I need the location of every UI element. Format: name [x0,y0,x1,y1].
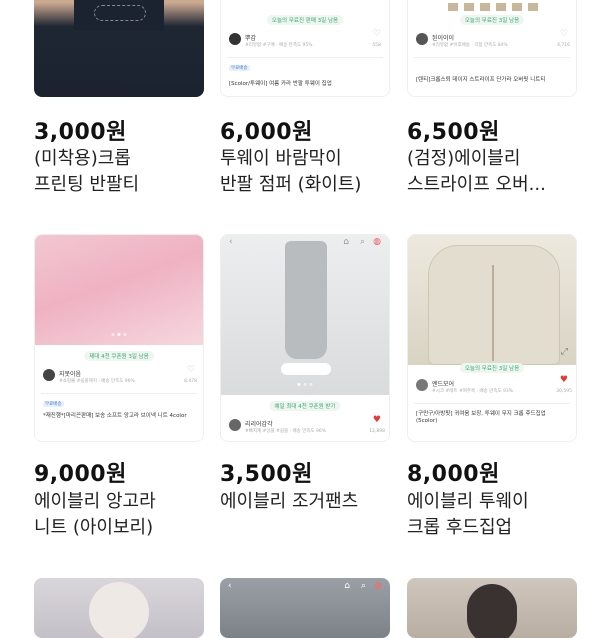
product-image[interactable] [34,0,204,97]
back-icon[interactable]: ‹ [228,581,232,591]
shipping-tag: 무료배송 [229,65,250,71]
product-title-line: 프린팅 반팔티 [34,174,140,195]
cart-icon[interactable]: ◍ [373,237,381,247]
product-title: 에이블리 앙고라 니트 (아이보리) [34,489,202,541]
product-title: 에이블리 투웨이 크롭 후드집업 [407,489,575,541]
product-image[interactable]: 오늘의 무료진 판매 3일 남음 뿌감 #리뷰없 #구매 · 배송 만족도 95… [220,0,390,97]
hoodie-shape [428,245,560,365]
product-image[interactable]: ‹ ⌂ ⌕ ◍ 예일 최대 4천 쿠폰원 받기 리리어감각 #빠지계 #심플 #… [220,234,390,442]
product-description: [구만구/아방핏] 귀여움 보장, 투웨이 무지 크롭 후드집업 (5color… [416,411,546,424]
product-description: *재진행*[마리끈판매] 보송 소프트 앙고라 브이넥 니트 4color [43,413,187,419]
product-title-line: (검정)에이블리 [407,148,521,169]
seller-meta: #리뷰없 #이후배송 · 각점 만족도 84% [432,43,508,48]
coupon-badge: 오늘의 무료진 3일 남음 [459,363,525,373]
product-title: (미착용)크롭 프린팅 반팔티 [34,146,202,198]
product-title-line: 스트라이프 오버... [407,174,546,195]
product-price: 6,000원 [220,120,313,145]
cart-icon[interactable]: ◍ [374,581,382,591]
product-title: 투웨이 바람막이 반팔 점퍼 (화이트) [220,146,388,198]
product-image[interactable] [407,578,577,638]
product-image[interactable]: 제대 4천 쿠폰원 3일 남음 지못이음 #쇼핑몰 #쉼볼매치 · 배송 만족도… [34,234,204,442]
product-description: [Scolor/투웨이] 여름 카라 반팔 투웨이 집업 [229,81,332,87]
shipping-tag: 무료배송 [43,401,64,407]
pants-shape [285,241,327,359]
product-price: 8,000원 [407,462,500,487]
heart-icon[interactable]: ♥ [373,415,381,425]
back-icon[interactable]: ‹ [229,237,233,247]
product-price: 9,000원 [34,462,127,487]
seller-name: 엔드모어 [432,381,455,388]
product-title-line: 투웨이 바람막이 [220,148,342,169]
product-photo: ‹ ⌂ ⌕ ◍ [221,235,389,395]
coupon-badge: 제대 4천 쿠폰원 3일 남음 [84,351,154,361]
product-title-line: (미착용)크롭 [34,148,131,169]
product-image[interactable]: 오늘의 무료진 3일 남음 된이이이 #리뷰없 #이후배송 · 각점 만족도 8… [407,0,577,97]
seller-avatar [229,33,241,45]
search-icon[interactable]: ⌕ [361,581,366,591]
product-title-line: 에이블리 투웨이 [407,491,529,512]
shirt-print-graphic [94,5,146,21]
product-photo-figure [89,582,149,638]
carousel-dots [297,383,313,386]
product-title-line: 에이블리 조거팬츠 [220,491,359,512]
heart-icon[interactable]: ♥ [560,375,568,385]
coupon-badge: 예일 최대 4천 쿠폰원 받기 [269,401,341,411]
heart-icon[interactable]: ♡ [187,365,195,375]
heart-icon[interactable]: ♡ [373,29,381,39]
seller-avatar [416,33,428,45]
product-photo: ⤢ [408,235,576,365]
heart-count: 12,898 [369,429,385,434]
seller-meta: #빠지계 #심플 #쉼볼 · 배송 만족도 96% [245,429,327,434]
coupon-badge: 오늘의 무료진 판매 3일 남음 [266,15,344,25]
seller-avatar [229,419,241,431]
heart-count: 30,595 [556,389,572,394]
search-icon[interactable]: ⌕ [360,237,365,247]
zipper-line [492,265,494,361]
home-icon[interactable]: ⌂ [343,237,349,247]
seller-meta: #쇼핑몰 #쉼볼매치 · 배송 만족도 96% [59,379,135,384]
heart-count: 8,478 [184,379,197,384]
home-icon[interactable]: ⌂ [344,581,350,591]
product-price: 3,000원 [34,120,127,145]
expand-icon[interactable]: ⤢ [561,347,568,357]
heart-icon[interactable]: ♡ [560,29,568,39]
shoes-shape [281,363,331,375]
seller-avatar [43,369,55,381]
product-price: 6,500원 [407,120,500,145]
product-image[interactable]: ⤢ 오늘의 무료진 3일 남음 엔드모어 #시크 #레트 #여주룩 · 배송 만… [407,234,577,442]
product-title-line: 반팔 점퍼 (화이트) [220,174,362,195]
product-image[interactable]: ‹ ⌂ ⌕ ◍ [220,578,390,638]
seller-name: 뿌감 [245,35,257,42]
product-preview-strip [448,3,538,11]
seller-meta: #리뷰없 #구매 · 배송 만족도 95% [245,43,313,48]
product-photo [35,235,203,345]
product-title-line: 니트 (아이보리) [34,517,154,538]
product-image[interactable] [34,578,204,638]
product-title-line: 크롭 후드집업 [407,517,513,538]
seller-meta: #시크 #레트 #여주룩 · 배송 만족도 93% [432,389,514,394]
coupon-badge: 오늘의 무료진 3일 남음 [459,15,525,25]
seller-name: 리리어감각 [245,421,273,428]
seller-name: 지못이음 [59,371,82,378]
product-title: 에이블리 조거팬츠 [220,489,388,515]
product-title: (검정)에이블리 스트라이프 오버... [407,146,575,198]
product-description: [텐티]크롭스퇴 데이지 스트라이프 단가라 오버핏 니트티 [416,77,546,83]
product-price: 3,500원 [220,462,313,487]
product-title-line: 에이블리 앙고라 [34,491,156,512]
seller-avatar [416,379,428,391]
seller-name: 된이이이 [432,35,455,42]
carousel-dots [111,333,127,336]
product-photo-figure [467,584,517,638]
heart-count: 4,716 [557,43,570,48]
heart-count: 558 [372,43,381,48]
